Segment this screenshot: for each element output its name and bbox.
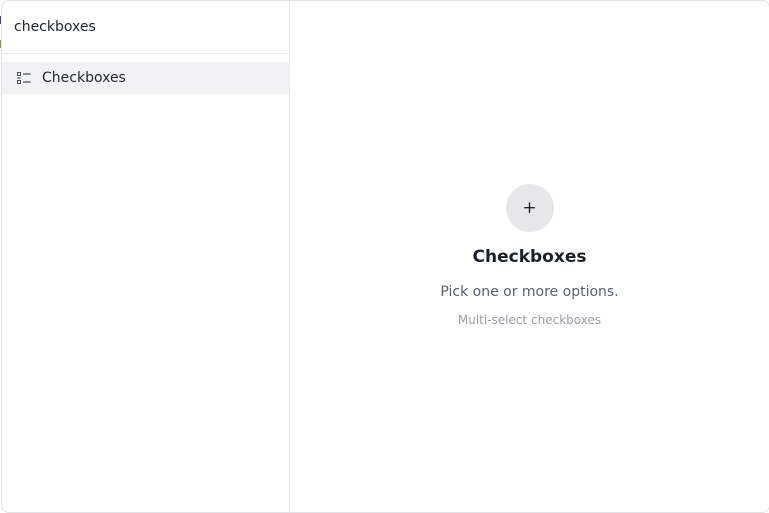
search-input[interactable]	[2, 1, 289, 53]
list-item-checkboxes[interactable]: Checkboxes	[2, 62, 289, 94]
list-item-label: Checkboxes	[42, 70, 126, 86]
search-row	[2, 1, 289, 54]
add-button[interactable]: +	[505, 184, 554, 232]
main-panel: + Checkboxes Pick one or more options. M…	[290, 1, 769, 512]
list-checks-icon	[16, 70, 32, 86]
sidebar: Checkboxes	[2, 1, 290, 512]
empty-state-description: Pick one or more options.	[440, 284, 619, 300]
plus-icon: +	[522, 197, 537, 218]
empty-state-hint: Multi-select checkboxes	[457, 313, 602, 327]
app-window: Checkboxes + Checkboxes Pick one or more…	[1, 0, 769, 513]
component-list: Checkboxes	[2, 54, 289, 94]
empty-state-title: Checkboxes	[472, 247, 587, 267]
